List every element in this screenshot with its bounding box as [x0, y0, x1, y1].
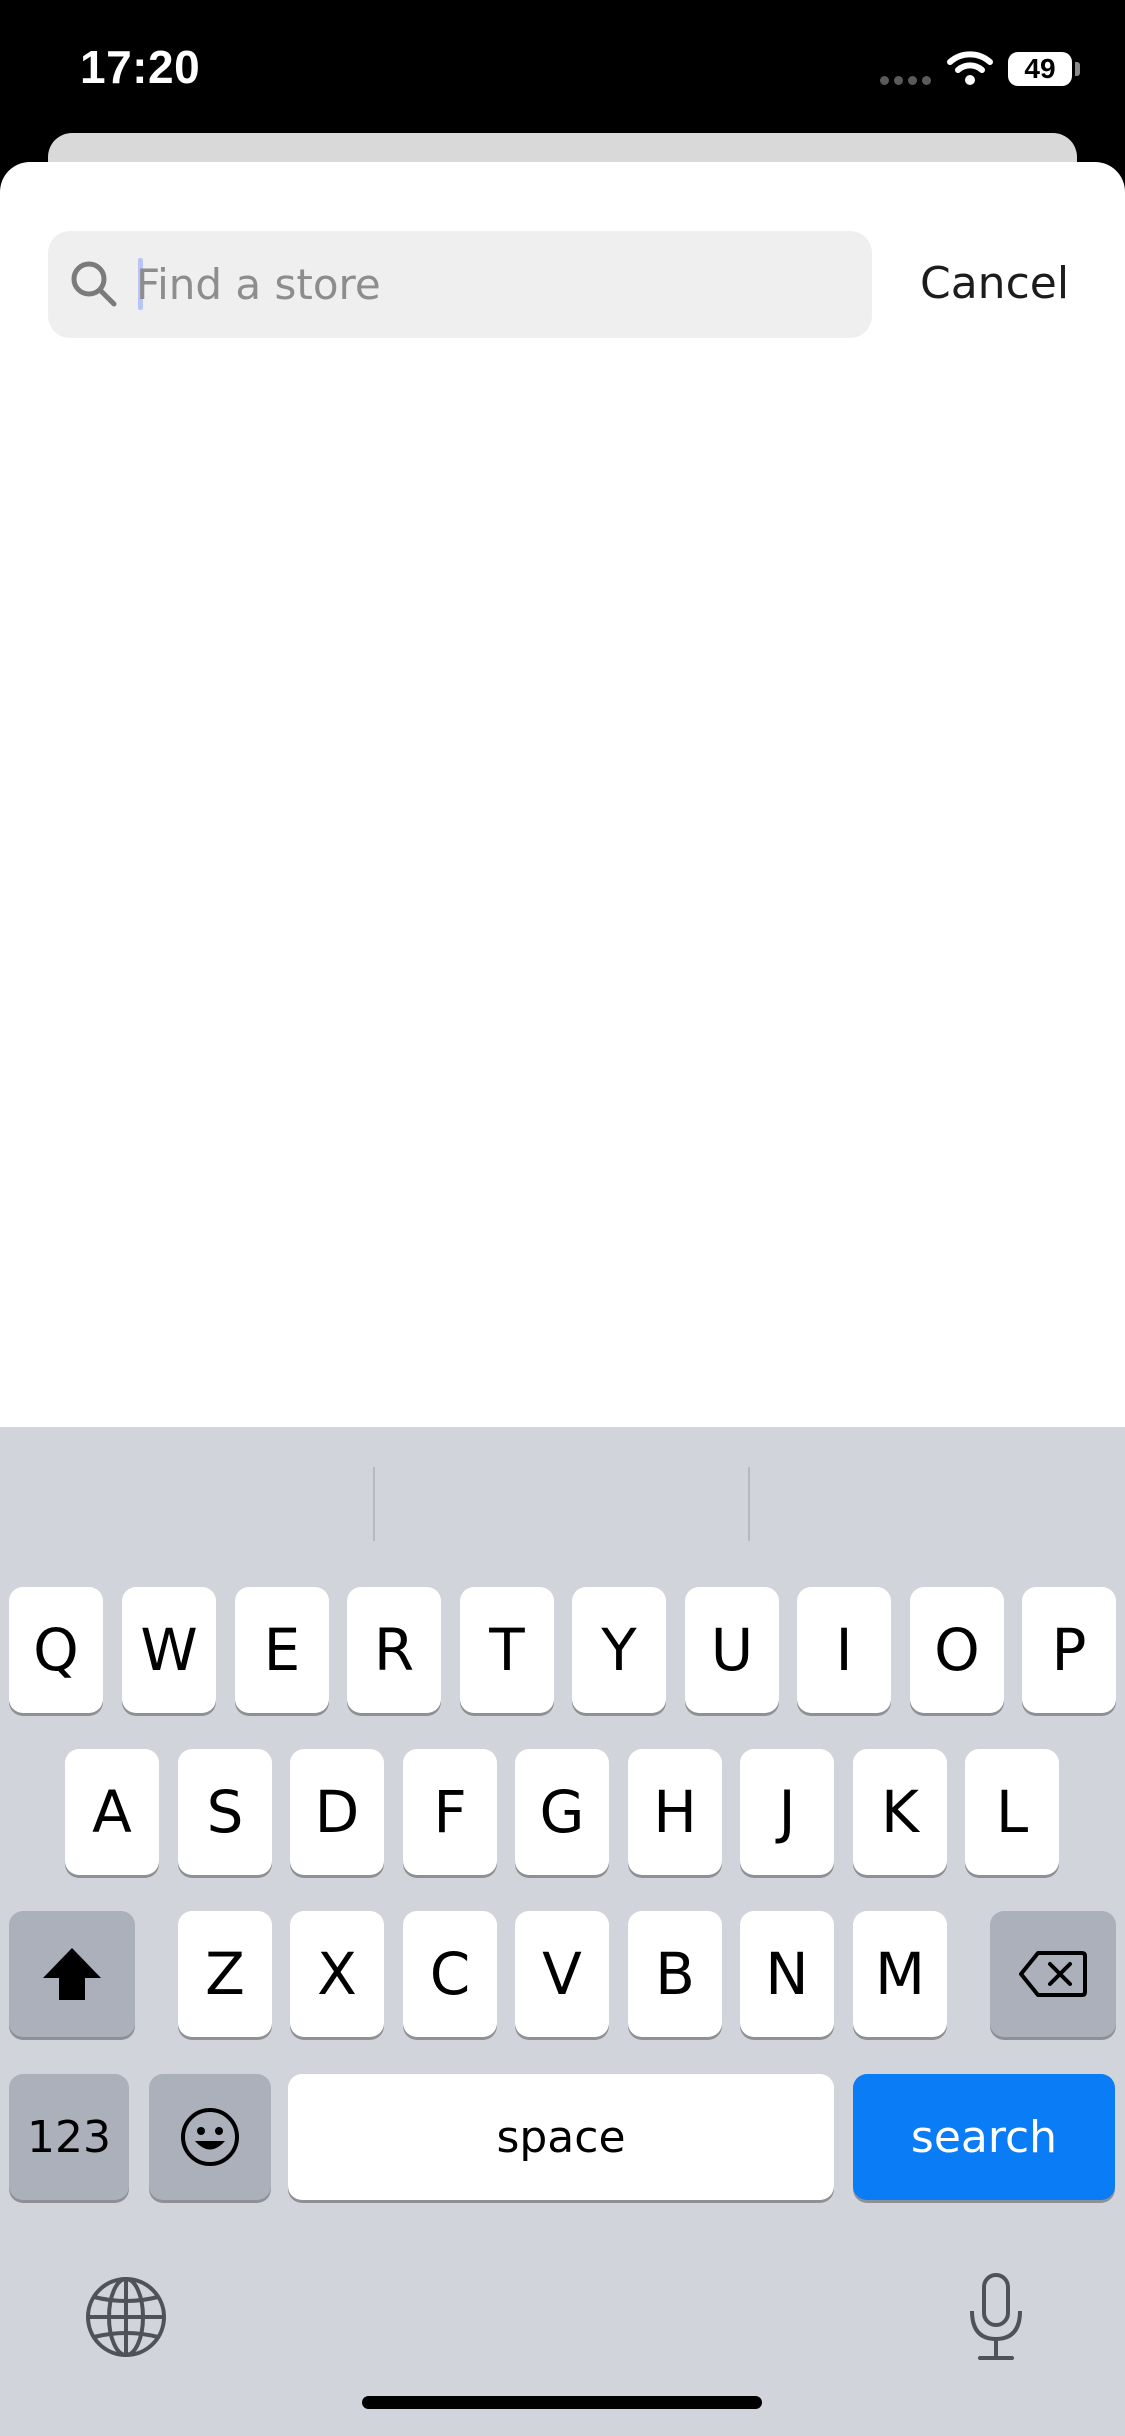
key-e[interactable]: E: [235, 1587, 329, 1713]
numbers-key[interactable]: 123: [9, 2074, 129, 2200]
suggestion-divider: [748, 1467, 750, 1541]
key-w[interactable]: W: [122, 1587, 216, 1713]
key-d[interactable]: D: [290, 1749, 384, 1875]
key-v[interactable]: V: [515, 1911, 609, 2037]
microphone-icon[interactable]: [966, 2271, 1026, 2363]
key-x[interactable]: X: [290, 1911, 384, 2037]
emoji-icon: [181, 2108, 239, 2166]
battery-icon: 49: [1008, 52, 1072, 86]
battery-level: 49: [1024, 53, 1056, 84]
status-bar: 17:20 49: [0, 0, 1125, 140]
key-j[interactable]: J: [740, 1749, 834, 1875]
key-r[interactable]: R: [347, 1587, 441, 1713]
key-o[interactable]: O: [910, 1587, 1004, 1713]
key-b[interactable]: B: [628, 1911, 722, 2037]
key-y[interactable]: Y: [572, 1587, 666, 1713]
key-a[interactable]: A: [65, 1749, 159, 1875]
key-q[interactable]: Q: [9, 1587, 103, 1713]
search-input[interactable]: [136, 231, 856, 338]
search-icon: [71, 261, 117, 307]
wifi-icon: [947, 51, 993, 85]
emoji-key[interactable]: [149, 2074, 271, 2200]
suggestion-divider: [373, 1467, 375, 1541]
key-h[interactable]: H: [628, 1749, 722, 1875]
cellular-signal-icon: [880, 76, 931, 85]
key-k[interactable]: K: [853, 1749, 947, 1875]
key-n[interactable]: N: [740, 1911, 834, 2037]
backspace-key[interactable]: [990, 1911, 1116, 2037]
key-p[interactable]: P: [1022, 1587, 1116, 1713]
key-t[interactable]: T: [460, 1587, 554, 1713]
shift-key[interactable]: [9, 1911, 135, 2037]
key-m[interactable]: M: [853, 1911, 947, 2037]
home-indicator[interactable]: [362, 2396, 762, 2409]
key-g[interactable]: G: [515, 1749, 609, 1875]
keyboard: Q W E R T Y U I O P A S D F G H J K L Z …: [0, 1427, 1125, 2436]
key-z[interactable]: Z: [178, 1911, 272, 2037]
shift-arrow-icon: [43, 1948, 101, 2000]
globe-icon[interactable]: [84, 2275, 168, 2359]
backspace-icon: [1019, 1951, 1087, 1997]
key-u[interactable]: U: [685, 1587, 779, 1713]
space-key[interactable]: space: [288, 2074, 834, 2200]
key-s[interactable]: S: [178, 1749, 272, 1875]
key-l[interactable]: L: [965, 1749, 1059, 1875]
battery-nub: [1075, 62, 1080, 76]
search-field[interactable]: [48, 231, 872, 338]
key-i[interactable]: I: [797, 1587, 891, 1713]
search-key[interactable]: search: [853, 2074, 1115, 2200]
key-f[interactable]: F: [403, 1749, 497, 1875]
status-time: 17:20: [80, 41, 201, 93]
cancel-button[interactable]: Cancel: [920, 258, 1069, 309]
key-c[interactable]: C: [403, 1911, 497, 2037]
